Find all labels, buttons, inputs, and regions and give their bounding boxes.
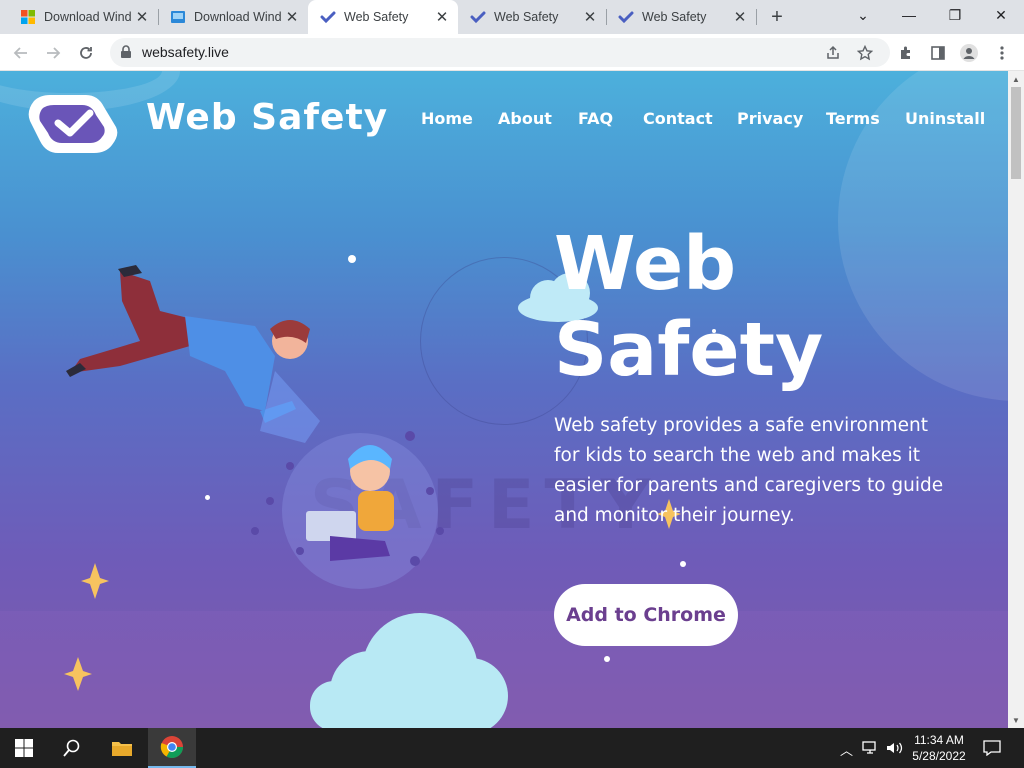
chrome-menu-button[interactable] xyxy=(989,40,1015,66)
tab-download-windows-1[interactable]: Download Windo ✕ xyxy=(8,0,158,34)
avatar-icon xyxy=(960,44,978,62)
lock-icon[interactable] xyxy=(120,45,132,59)
child-with-laptop-icon xyxy=(251,431,444,589)
puzzle-icon xyxy=(901,46,910,59)
search-icon xyxy=(63,739,80,757)
share-button[interactable] xyxy=(820,40,846,66)
star-icon xyxy=(857,45,873,61)
tab-close-icon[interactable]: ✕ xyxy=(580,7,600,27)
more-vertical-icon xyxy=(1000,46,1004,60)
nav-about[interactable]: About xyxy=(498,109,552,128)
restore-button[interactable]: ❐ xyxy=(932,0,978,30)
file-explorer-button[interactable] xyxy=(98,728,146,768)
chrome-taskbar-button[interactable] xyxy=(148,728,196,768)
nav-contact[interactable]: Contact xyxy=(643,109,713,128)
forward-arrow-icon xyxy=(47,47,61,59)
hero-title-line: Web xyxy=(554,221,737,307)
tab-web-safety-active[interactable]: Web Safety ✕ xyxy=(308,0,458,34)
tab-strip: Download Windo ✕ Download Windo ✕ Web Sa… xyxy=(0,0,1024,34)
site-title[interactable]: Web Safety xyxy=(146,97,388,138)
nav-terms[interactable]: Terms xyxy=(826,109,880,128)
bookmark-button[interactable] xyxy=(852,40,878,66)
profile-button[interactable] xyxy=(956,40,982,66)
web-page: SAFETY Web Safety Home About FAQ Contact… xyxy=(0,71,1008,728)
tab-close-icon[interactable]: ✕ xyxy=(132,7,152,27)
notifications-icon[interactable] xyxy=(983,740,1001,756)
windows-logo-icon xyxy=(21,10,35,24)
scroll-down-arrow-icon[interactable]: ▼ xyxy=(1008,712,1024,728)
flying-person-icon xyxy=(66,265,320,443)
web-safety-favicon xyxy=(470,11,486,24)
nav-home[interactable]: Home xyxy=(421,109,473,128)
hero-illustration xyxy=(64,265,681,728)
forward-button[interactable] xyxy=(40,40,66,66)
tab-title: Download Windo xyxy=(44,10,132,24)
decor-dot xyxy=(604,656,610,662)
windows-taskbar: ︿ 11:34 AM 5/28/2022 xyxy=(0,728,1024,768)
folder-icon xyxy=(112,742,132,756)
decor-dot xyxy=(205,495,210,500)
tab-search-button[interactable]: ⌄ xyxy=(840,0,886,30)
extensions-button[interactable] xyxy=(893,40,919,66)
hero-title: Web Safety xyxy=(554,221,823,393)
show-hidden-icons-icon[interactable]: ︿ xyxy=(840,740,853,759)
back-button[interactable] xyxy=(8,40,34,66)
decor-dot xyxy=(680,561,686,567)
nav-faq[interactable]: FAQ xyxy=(578,109,613,128)
share-icon xyxy=(827,45,839,59)
tab-title: Download Windo xyxy=(194,10,282,24)
tab-divider xyxy=(756,9,757,25)
tab-close-icon[interactable]: ✕ xyxy=(282,7,302,27)
close-window-button[interactable]: ✕ xyxy=(978,0,1024,30)
hero-title-line: Safety xyxy=(554,307,824,393)
search-button[interactable] xyxy=(48,728,96,768)
web-safety-favicon xyxy=(618,11,634,24)
side-panel-button[interactable] xyxy=(925,40,951,66)
web-safety-favicon xyxy=(320,11,336,24)
chrome-icon xyxy=(160,736,183,758)
tab-download-windows-2[interactable]: Download Windo ✕ xyxy=(158,0,308,34)
browser-toolbar: websafety.live xyxy=(0,34,1024,71)
windows-start-icon xyxy=(15,739,33,757)
address-bar[interactable]: websafety.live xyxy=(110,38,890,67)
system-clock[interactable]: 11:34 AM 5/28/2022 xyxy=(908,732,970,764)
nav-uninstall[interactable]: Uninstall xyxy=(905,109,985,128)
cloud-icon xyxy=(310,613,508,728)
scroll-up-arrow-icon[interactable]: ▲ xyxy=(1008,71,1024,87)
clock-time: 11:34 AM xyxy=(914,733,964,747)
reload-button[interactable] xyxy=(73,40,99,66)
clock-date: 5/28/2022 xyxy=(912,749,966,763)
decor-dot xyxy=(348,255,356,263)
start-button[interactable] xyxy=(0,728,48,768)
new-tab-button[interactable]: + xyxy=(764,5,790,29)
page-scrollbar[interactable]: ▲ ▼ xyxy=(1008,71,1024,728)
add-to-chrome-button[interactable]: Add to Chrome xyxy=(554,584,738,646)
reload-icon xyxy=(80,47,92,59)
network-icon[interactable] xyxy=(862,741,880,755)
tab-title: Web Safety xyxy=(494,10,559,24)
tab-web-safety-2[interactable]: Web Safety ✕ xyxy=(458,0,606,34)
web-safety-logo[interactable] xyxy=(28,87,120,153)
nav-privacy[interactable]: Privacy xyxy=(737,109,803,128)
tab-close-icon[interactable]: ✕ xyxy=(730,7,750,27)
url-text[interactable]: websafety.live xyxy=(142,44,229,60)
windows-media-icon xyxy=(171,11,185,23)
tab-title: Web Safety xyxy=(642,10,707,24)
back-arrow-icon xyxy=(13,47,27,59)
hero-description: Web safety provides a safe environment f… xyxy=(554,415,944,526)
side-panel-icon xyxy=(931,46,945,60)
tab-title: Web Safety xyxy=(344,10,409,24)
volume-icon[interactable] xyxy=(886,741,904,755)
minimize-button[interactable]: — xyxy=(886,0,932,30)
tab-close-icon[interactable]: ✕ xyxy=(432,7,452,27)
scroll-thumb[interactable] xyxy=(1011,87,1021,179)
tab-web-safety-3[interactable]: Web Safety ✕ xyxy=(606,0,756,34)
